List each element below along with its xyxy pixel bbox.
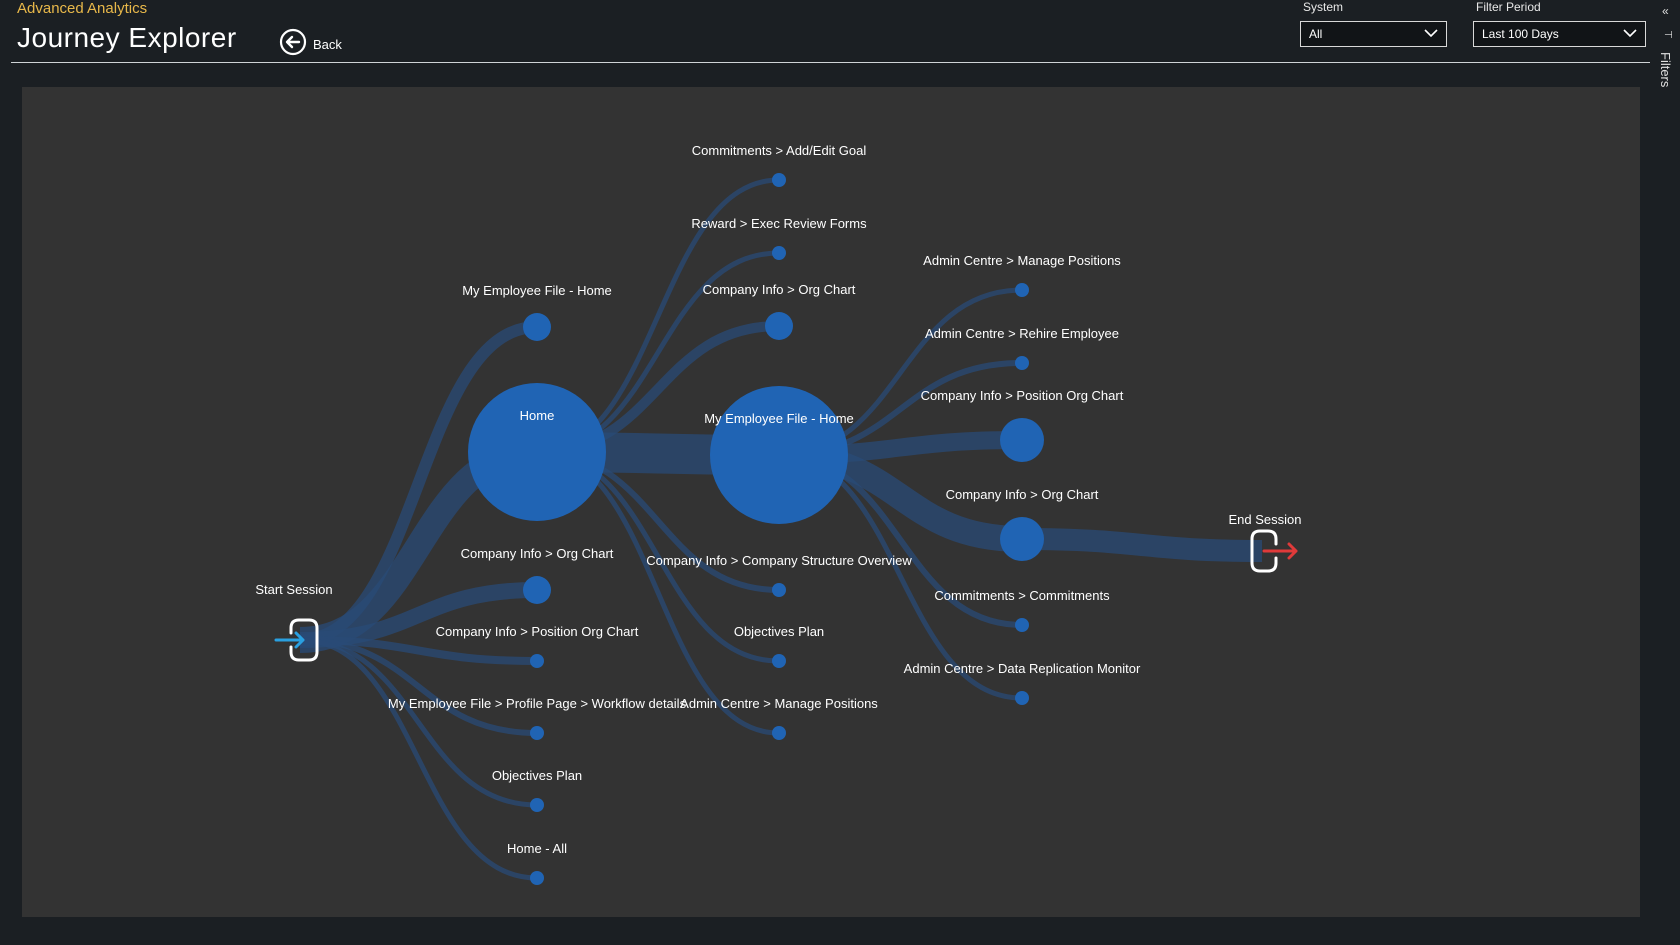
journey-node-label: Objectives Plan [492,768,582,783]
filters-pane-label: Filters [1658,52,1673,88]
journey-link [1021,528,1263,562]
journey-node-label: Home [520,408,555,423]
journey-node-l3-manage[interactable] [1015,283,1029,297]
journey-node-label: My Employee File - Home [704,411,854,426]
period-filter-label: Filter Period [1476,0,1541,14]
journey-node-label: Company Info > Org Chart [703,282,856,297]
pin-icon: ⊣ [1664,30,1673,41]
journey-node-l3-commit[interactable] [1015,618,1029,632]
journey-node-l2-emp[interactable] [710,386,848,524]
back-button[interactable]: Back [279,28,342,61]
journey-node-label: Admin Centre > Data Replication Monitor [904,661,1141,676]
journey-node-l1-homeall[interactable] [530,871,544,885]
journey-node-label: Admin Centre > Manage Positions [680,696,878,711]
journey-node-l2-goal[interactable] [772,173,786,187]
journey-node-l2-org[interactable] [765,312,793,340]
bottom-strip [0,925,1680,945]
journey-link [299,637,538,881]
period-dropdown[interactable]: Last 100 Days [1473,21,1646,47]
page-title: Journey Explorer [17,22,237,53]
journey-node-label: My Employee File - Home [462,283,612,298]
journey-node-l2-reward[interactable] [772,246,786,260]
journey-node-label: Company Info > Position Org Chart [921,388,1124,403]
journey-node-l3-repl[interactable] [1015,691,1029,705]
journey-node-l1-home[interactable] [468,383,606,521]
journey-node-l2-struct[interactable] [772,583,786,597]
journey-node-label: Company Info > Company Structure Overvie… [646,553,912,568]
filters-pane-toggle[interactable]: « ⊣ Filters [1654,0,1680,945]
back-arrow-icon [279,28,307,61]
header-divider [11,62,1650,63]
journey-node-l1-obj[interactable] [530,798,544,812]
chevron-down-icon [1623,27,1637,41]
journey-node-l3-org[interactable] [1000,517,1044,561]
journey-node-label: Company Info > Position Org Chart [436,624,639,639]
journey-node-l1-wf[interactable] [530,726,544,740]
journey-node-l1-org[interactable] [523,576,551,604]
journey-node-label: Company Info > Org Chart [461,546,614,561]
journey-node-label: Company Info > Org Chart [946,487,1099,502]
back-label: Back [313,37,342,52]
end-session-label: End Session [1229,512,1302,527]
journey-node-label: Admin Centre > Manage Positions [923,253,1121,268]
system-dropdown[interactable]: All [1300,21,1447,47]
chevron-down-icon [1424,27,1438,41]
journey-node-label: Reward > Exec Review Forms [691,216,867,231]
journey-node-label: Objectives Plan [734,624,824,639]
system-dropdown-value: All [1309,27,1323,41]
journey-node-label: Home - All [507,841,567,856]
journey-node-l2-manage[interactable] [772,726,786,740]
journey-node-l1-emp[interactable] [523,313,551,341]
journey-graph: Home My Employee File - Home Company Info … [255,143,1302,885]
system-filter-label: System [1303,0,1344,14]
journey-canvas: Home My Employee File - Home Company Info … [22,87,1640,917]
header-subtitle: Advanced Analytics [17,0,148,17]
collapse-chevron-icon: « [1662,4,1669,18]
journey-node-label: Admin Centre > Rehire Employee [925,326,1119,341]
journey-node-l3-rehire[interactable] [1015,356,1029,370]
start-session-label: Start Session [255,582,332,597]
journey-node-label: Commitments > Commitments [934,588,1110,603]
period-dropdown-value: Last 100 Days [1482,27,1559,41]
journey-node-l1-pos[interactable] [530,654,544,668]
journey-node-label: Commitments > Add/Edit Goal [692,143,867,158]
journey-node-label: My Employee File > Profile Page > Workfl… [388,696,687,711]
journey-node-l3-pos[interactable] [1000,418,1044,462]
journey-node-l2-obj[interactable] [772,654,786,668]
